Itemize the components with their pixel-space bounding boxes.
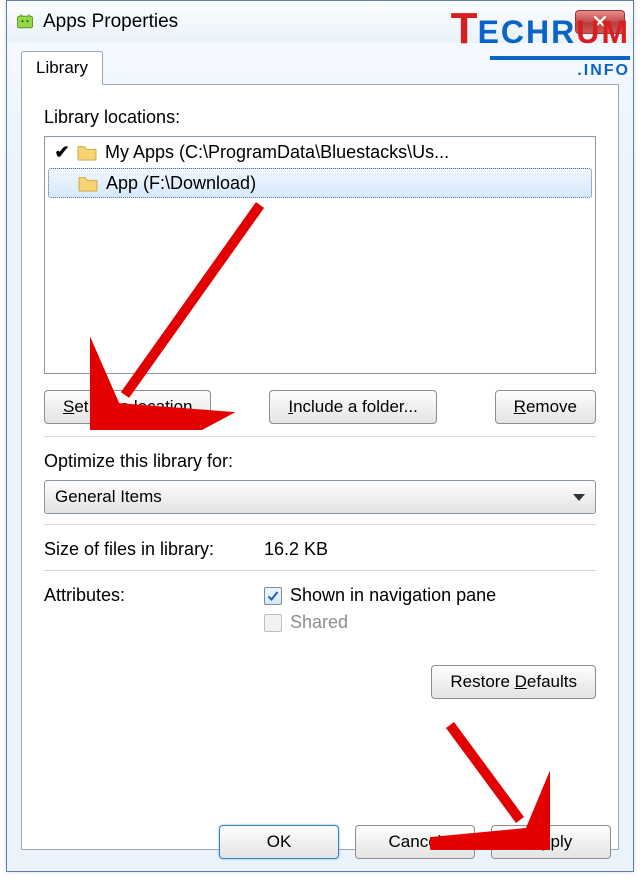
locations-label: Library locations: (44, 107, 596, 128)
size-value: 16.2 KB (264, 539, 328, 560)
checkbox-icon (264, 587, 282, 605)
divider (44, 436, 596, 437)
apply-button[interactable]: Apply (491, 825, 611, 859)
optimize-combobox[interactable]: General Items (44, 480, 596, 514)
properties-dialog: Apps Properties Library Library location… (6, 0, 634, 872)
watermark-rest: ECHRUM (478, 14, 630, 51)
size-row: Size of files in library: 16.2 KB (44, 539, 596, 560)
watermark: T ECHRUM .INFO (451, 4, 630, 80)
shared-label: Shared (290, 612, 348, 633)
attributes-label: Attributes: (44, 585, 264, 606)
navpane-checkbox-row[interactable]: Shown in navigation pane (264, 585, 496, 606)
set-save-location-button[interactable]: Set save location (44, 390, 211, 424)
watermark-underline (490, 56, 630, 60)
library-locations-list[interactable]: ✔ My Apps (C:\ProgramData\Bluestacks\Us.… (44, 136, 596, 374)
folder-icon (75, 142, 99, 162)
list-item[interactable]: App (F:\Download) (48, 168, 592, 198)
optimize-selected: General Items (55, 487, 162, 507)
size-label: Size of files in library: (44, 539, 264, 560)
library-buttons: Set save location Include a folder... Re… (44, 390, 596, 424)
include-folder-button[interactable]: Include a folder... (269, 390, 437, 424)
navpane-label: Shown in navigation pane (290, 585, 496, 606)
tab-library[interactable]: Library (21, 51, 103, 85)
remove-button[interactable]: Remove (495, 390, 596, 424)
divider (44, 570, 596, 571)
folder-icon (76, 173, 100, 193)
restore-row: Restore Defaults (44, 665, 596, 699)
list-item-label: My Apps (C:\ProgramData\Bluestacks\Us... (105, 142, 449, 163)
chevron-down-icon (573, 494, 585, 501)
tab-panel: Library locations: ✔ My Apps (C:\Program… (21, 84, 619, 850)
watermark-t: T (451, 4, 477, 54)
list-item-label: App (F:\Download) (106, 173, 256, 194)
optimize-label: Optimize this library for: (44, 451, 596, 472)
dialog-footer: OK Cancel Apply (219, 825, 611, 859)
shared-checkbox-row: Shared (264, 612, 496, 633)
divider (44, 524, 596, 525)
restore-defaults-button[interactable]: Restore Defaults (431, 665, 596, 699)
ok-button[interactable]: OK (219, 825, 339, 859)
cancel-button[interactable]: Cancel (355, 825, 475, 859)
list-item[interactable]: ✔ My Apps (C:\ProgramData\Bluestacks\Us.… (45, 137, 595, 167)
attributes-row: Attributes: Shown in navigation pane Sha… (44, 585, 596, 639)
default-check-icon: ✔ (51, 142, 73, 163)
attributes-values: Shown in navigation pane Shared (264, 585, 496, 639)
watermark-tag: .INFO (577, 62, 630, 80)
app-icon (15, 12, 35, 32)
checkbox-icon (264, 614, 282, 632)
